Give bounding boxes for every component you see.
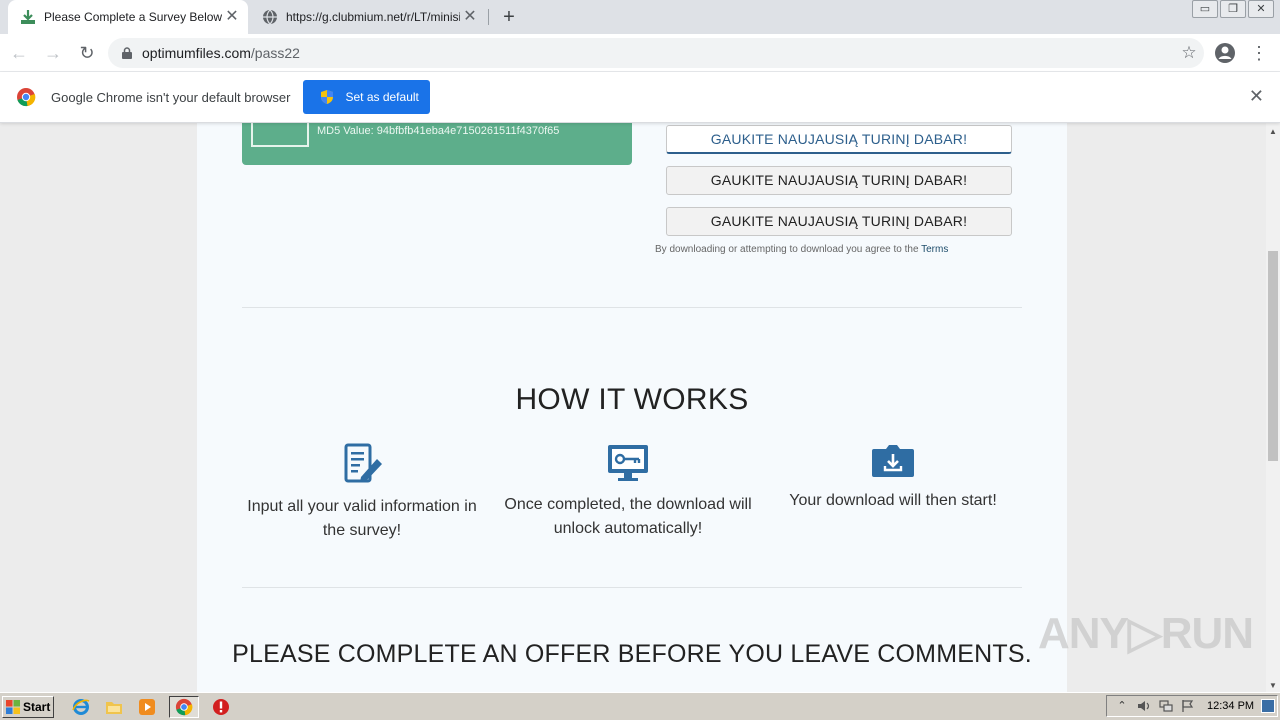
volume-icon[interactable]	[1137, 699, 1151, 713]
internet-explorer-icon[interactable]	[70, 696, 92, 718]
step-survey: Input all your valid information in the …	[237, 443, 487, 543]
new-tab-button[interactable]: +	[498, 6, 520, 28]
set-as-default-label: Set as default	[345, 90, 419, 104]
shield-icon	[319, 89, 335, 105]
tab-strip: Please Complete a Survey Below to Contin…	[0, 0, 1280, 34]
url-path: /pass22	[250, 45, 300, 61]
page-viewport: MD5 Value: 94bfbfb41eba4e7150261511f4370…	[0, 123, 1266, 692]
download-button-2[interactable]: GAUKITE NAUJAUSIĄ TURINĮ DABAR!	[666, 166, 1012, 195]
tab-title: Please Complete a Survey Below to Contin…	[44, 10, 222, 24]
infobar-message: Google Chrome isn't your default browser	[51, 89, 291, 105]
set-as-default-button[interactable]: Set as default	[303, 80, 431, 114]
download-button-3[interactable]: GAUKITE NAUJAUSIĄ TURINĮ DABAR!	[666, 207, 1012, 236]
start-label: Start	[23, 699, 51, 714]
reload-button[interactable]: ↻	[72, 38, 102, 68]
divider	[242, 587, 1022, 588]
stop-sign-icon[interactable]	[210, 696, 232, 718]
how-it-works-title: HOW IT WORKS	[515, 383, 749, 416]
download-favicon-icon	[20, 9, 36, 25]
address-bar[interactable]: optimumfiles.com/pass22 ☆	[108, 38, 1204, 68]
chrome-menu-icon[interactable]: ⋮	[1250, 38, 1268, 68]
infobar-close-icon[interactable]: ✕	[1249, 86, 1264, 107]
url-text[interactable]: optimumfiles.com/pass22	[142, 45, 1174, 61]
offer-heading: PLEASE COMPLETE AN OFFER BEFORE YOU LEAV…	[232, 640, 1032, 668]
tab-clubmium[interactable]: https://g.clubmium.net/r/LT/minisite/ ✕	[250, 0, 486, 34]
chrome-logo-icon	[16, 87, 36, 107]
profile-avatar-icon[interactable]	[1213, 41, 1237, 65]
anyrun-watermark: ANY▷RUN	[1038, 609, 1254, 658]
back-button[interactable]: ←	[4, 38, 34, 68]
windows-logo-icon	[6, 699, 20, 714]
step-text: Once completed, the download will unlock…	[504, 496, 752, 537]
md5-value: MD5 Value: 94bfbfb41eba4e7150261511f4370…	[317, 125, 560, 137]
default-browser-infobar: Google Chrome isn't your default browser…	[0, 72, 1280, 123]
divider	[242, 307, 1022, 308]
download-box-icon	[768, 443, 1018, 487]
lock-icon	[120, 47, 134, 59]
media-player-icon[interactable]	[136, 696, 158, 718]
monitor-key-icon	[503, 443, 753, 491]
form-edit-icon	[237, 443, 487, 493]
window-controls: ▭ ❐ ✕	[1190, 0, 1274, 18]
page-content: MD5 Value: 94bfbfb41eba4e7150261511f4370…	[197, 123, 1067, 692]
step-text: Input all your valid information in the …	[247, 498, 477, 539]
file-info-box: MD5 Value: 94bfbfb41eba4e7150261511f4370…	[242, 123, 632, 165]
show-desktop-button[interactable]	[1261, 699, 1275, 713]
system-tray: ⌃ 12:34 PM	[1106, 695, 1278, 717]
restore-button[interactable]: ❐	[1220, 0, 1246, 18]
step-download: Your download will then start!	[768, 443, 1018, 513]
bookmark-star-icon[interactable]: ☆	[1174, 43, 1204, 63]
download-button-1[interactable]: GAUKITE NAUJAUSIĄ TURINĮ DABAR!	[666, 125, 1012, 154]
minimize-button[interactable]: ▭	[1192, 0, 1218, 18]
step-unlock: Once completed, the download will unlock…	[503, 443, 753, 541]
terms-link[interactable]: Terms	[921, 244, 948, 255]
forward-button[interactable]: →	[38, 38, 68, 68]
file-explorer-icon[interactable]	[103, 696, 125, 718]
clock[interactable]: 12:34 PM	[1207, 700, 1254, 712]
tab-close-icon[interactable]: ✕	[222, 7, 242, 27]
up-arrow-icon[interactable]: ⌃	[1115, 699, 1129, 713]
tab-close-icon[interactable]: ✕	[460, 7, 480, 27]
browser-toolbar: ← → ↻ optimumfiles.com/pass22 ☆ ⋮	[0, 34, 1280, 72]
tab-separator	[488, 9, 489, 25]
flag-icon[interactable]	[1181, 699, 1195, 713]
url-host: optimumfiles.com	[142, 45, 251, 61]
network-icon[interactable]	[1159, 699, 1173, 713]
globe-icon	[262, 9, 278, 25]
start-button[interactable]: Start	[2, 695, 54, 718]
chrome-taskbar-icon[interactable]	[169, 695, 199, 718]
scroll-up-arrow-icon[interactable]: ▲	[1269, 127, 1277, 136]
step-text: Your download will then start!	[789, 492, 997, 509]
close-window-button[interactable]: ✕	[1248, 0, 1274, 18]
scrollbar-thumb[interactable]	[1268, 251, 1278, 461]
terms-text: By downloading or attempting to download…	[655, 244, 919, 255]
scroll-down-arrow-icon[interactable]: ▼	[1269, 681, 1277, 690]
tab-survey[interactable]: Please Complete a Survey Below to Contin…	[8, 0, 248, 34]
terms-notice: By downloading or attempting to download…	[655, 244, 948, 255]
page-scrollbar[interactable]: ▲ ▼	[1266, 123, 1280, 692]
windows-taskbar: Start ⌃ 12:34 PM	[0, 692, 1280, 720]
tab-title: https://g.clubmium.net/r/LT/minisite/	[286, 10, 460, 24]
file-icon	[251, 123, 309, 147]
